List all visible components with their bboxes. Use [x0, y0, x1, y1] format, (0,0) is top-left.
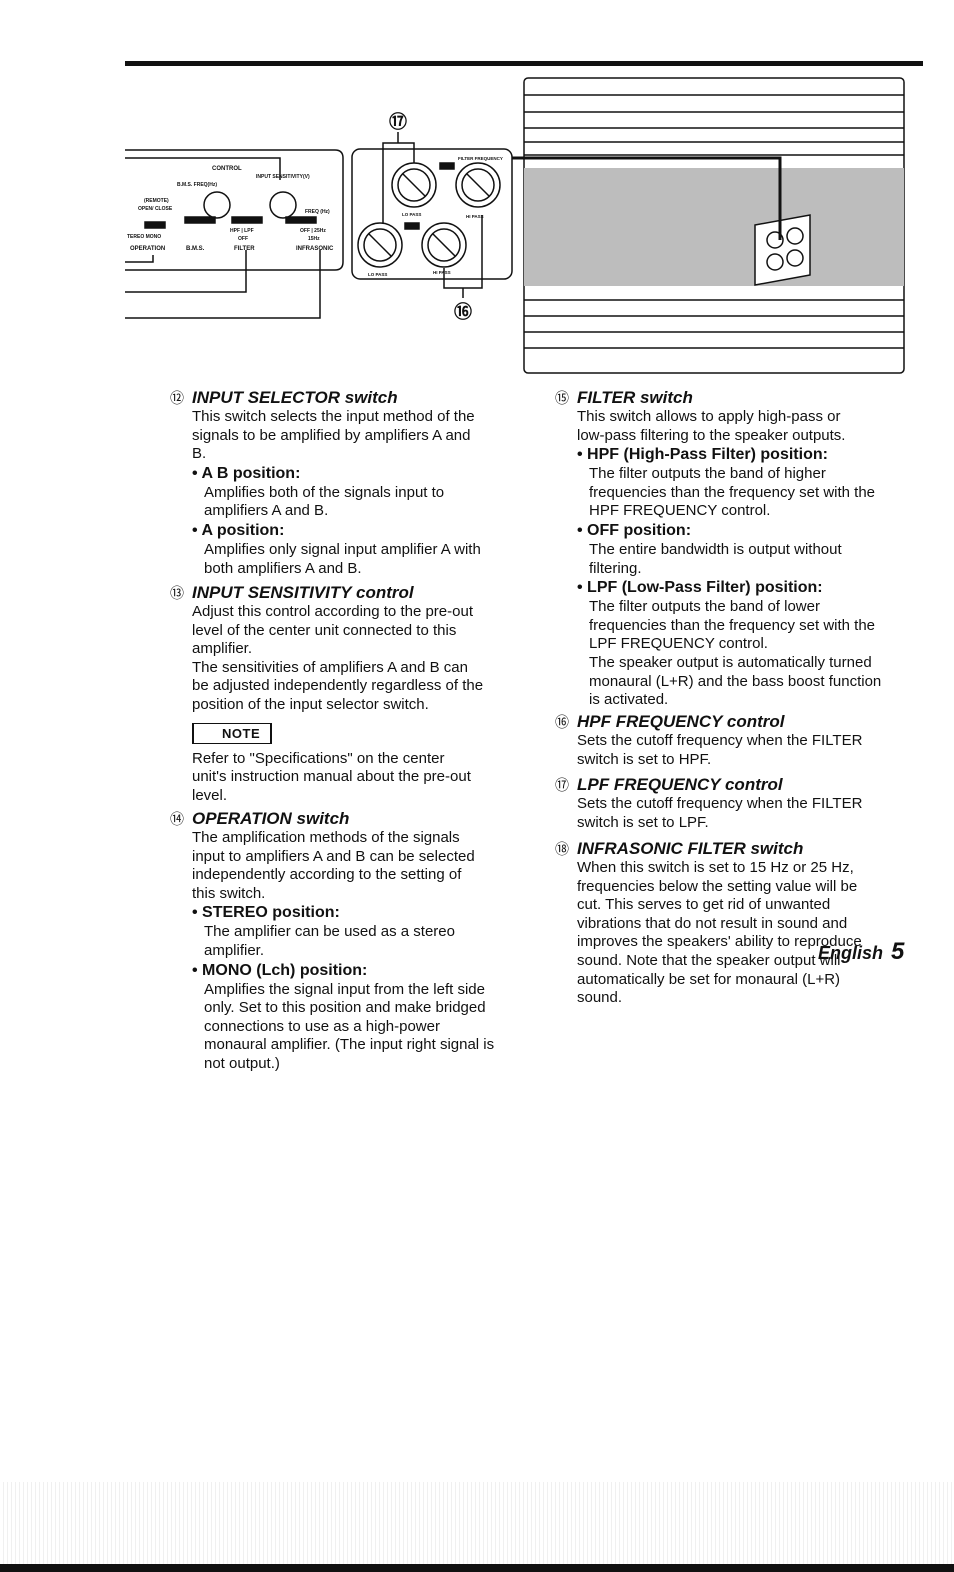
heading-text: FILTER switch: [577, 388, 693, 407]
page-number: 5: [891, 938, 905, 965]
callout-16: ⑯: [454, 301, 472, 322]
label-hi-pass-bottom: HI PASS: [433, 270, 451, 275]
bullet-heading: • STEREO position:: [192, 904, 340, 922]
bullet-text: Amplifies both of the signals input to a…: [204, 483, 445, 520]
bullet-heading: • A position:: [192, 521, 285, 539]
section-infrasonic-filter: ⑱ INFRASONIC FILTER switch When this swit…: [555, 839, 935, 1008]
item-number: ⑬: [170, 585, 184, 601]
item-number: ⑫: [170, 390, 184, 406]
section-heading: ⑯ HPF FREQUENCY control: [555, 712, 935, 732]
bullet-text: Amplifies only signal input amplifier A …: [204, 540, 481, 577]
paragraph: Sets the cutoff frequency when the FILTE…: [577, 732, 863, 768]
bullet-text: The entire bandwidth is output without f…: [589, 540, 842, 577]
label-off-25hz: OFF | 25Hz: [300, 228, 326, 234]
bullet-text: The filter outputs the band of lower fre…: [589, 598, 882, 709]
section-heading: ⑭ OPERATION switch: [170, 809, 540, 829]
paragraph: This switch allows to apply high-pass or…: [577, 408, 846, 444]
page-footer: English 5: [818, 938, 904, 966]
heading-text: INPUT SELECTOR switch: [192, 388, 398, 407]
label-open-close: OPEN/ CLOSE: [138, 206, 173, 212]
label-stereo-mono: TEREO MONO: [127, 234, 161, 240]
label-filter-frequency: FILTER FREQUENCY: [458, 156, 503, 161]
paragraph: When this switch is set to 15 Hz or 25 H…: [577, 859, 862, 1007]
label-remote: (REMOTE): [144, 198, 169, 204]
item-number: ⑯: [555, 714, 569, 730]
label-operation: OPERATION: [130, 246, 165, 252]
bullet-text: Amplifies the signal input from the left…: [204, 980, 495, 1072]
section-lpf-frequency: ⑰ LPF FREQUENCY control Sets the cutoff f…: [555, 775, 935, 832]
amplifier-control-diagram: ⑰ ⑯ CONTROL INPUT SENSITIVITY(V) B.M.S. …: [125, 61, 923, 374]
scan-noise: [0, 1482, 954, 1572]
bullet-text: The filter outputs the band of higher fr…: [589, 465, 876, 520]
label-filter: FILTER: [234, 246, 255, 252]
label-bms: B.M.S.: [186, 246, 205, 252]
section-heading: ⑮ FILTER switch: [555, 388, 935, 408]
label-15hz: 15Hz: [308, 236, 320, 242]
heading-text: HPF FREQUENCY control: [577, 712, 785, 731]
label-control: CONTROL: [212, 166, 242, 172]
label-infrasonic: INFRASONIC: [296, 246, 334, 252]
label-input-sensitivity: INPUT SENSITIVITY(V): [256, 174, 310, 180]
section-heading: ⑬ INPUT SENSITIVITY control: [170, 583, 540, 603]
footer-language: English: [818, 943, 884, 963]
section-input-sensitivity: ⑬ INPUT SENSITIVITY control Adjust this c…: [170, 583, 540, 805]
paragraph: This switch selects the input method of …: [192, 408, 475, 463]
item-number: ⑭: [170, 811, 184, 827]
callout-17: ⑰: [389, 111, 407, 132]
section-hpf-frequency: ⑯ HPF FREQUENCY control Sets the cutoff f…: [555, 712, 935, 769]
scan-edge: [0, 1564, 954, 1572]
bullet-heading: • MONO (Lch) position:: [192, 961, 368, 979]
paragraph: Adjust this control according to the pre…: [192, 603, 484, 713]
label-hi-pass-top: HI PASS: [466, 214, 484, 219]
label-off: OFF: [238, 236, 248, 242]
note-label: NOTE: [192, 722, 273, 744]
label-lo-pass-bottom: LO PASS: [368, 272, 387, 277]
heading-text: OPERATION switch: [192, 809, 350, 828]
section-heading: ⑱ INFRASONIC FILTER switch: [555, 839, 935, 859]
item-number: ⑰: [555, 777, 569, 793]
amplifier-illustration: [512, 77, 905, 374]
bullet-text: The amplifier can be used as a stereo am…: [204, 923, 455, 959]
heading-text: LPF FREQUENCY control: [577, 775, 783, 794]
bullet-heading: • HPF (High-Pass Filter) position:: [577, 446, 828, 464]
paragraph: Sets the cutoff frequency when the FILTE…: [577, 795, 863, 831]
section-filter: ⑮ FILTER switch This switch allows to app…: [555, 388, 935, 710]
label-bms-freq: B.M.S. FREQ(Hz): [177, 182, 217, 188]
section-heading: ⑫ INPUT SELECTOR switch: [170, 388, 540, 408]
paragraph: The amplification methods of the signals…: [192, 829, 475, 902]
bullet-heading: • OFF position:: [577, 521, 692, 539]
section-input-selector: ⑫ INPUT SELECTOR switch This switch selec…: [170, 388, 540, 578]
section-heading: ⑰ LPF FREQUENCY control: [555, 775, 935, 795]
section-operation: ⑭ OPERATION switch The amplification meth…: [170, 809, 540, 1074]
note-text: Refer to "Specifications" on the center …: [192, 749, 471, 804]
heading-text: INFRASONIC FILTER switch: [577, 839, 804, 858]
bullet-heading: • A B position:: [192, 464, 301, 482]
item-number: ⑮: [555, 390, 569, 406]
top-rule: [125, 61, 923, 66]
heading-text: INPUT SENSITIVITY control: [192, 583, 414, 602]
bullet-heading: • LPF (Low-Pass Filter) position:: [577, 579, 823, 597]
item-number: ⑱: [555, 841, 569, 857]
label-hpf-lpf: HPF | LPF: [230, 228, 254, 234]
label-freq-hz: FREQ (Hz): [305, 209, 330, 215]
label-lo-pass-top: LO PASS: [402, 212, 421, 217]
